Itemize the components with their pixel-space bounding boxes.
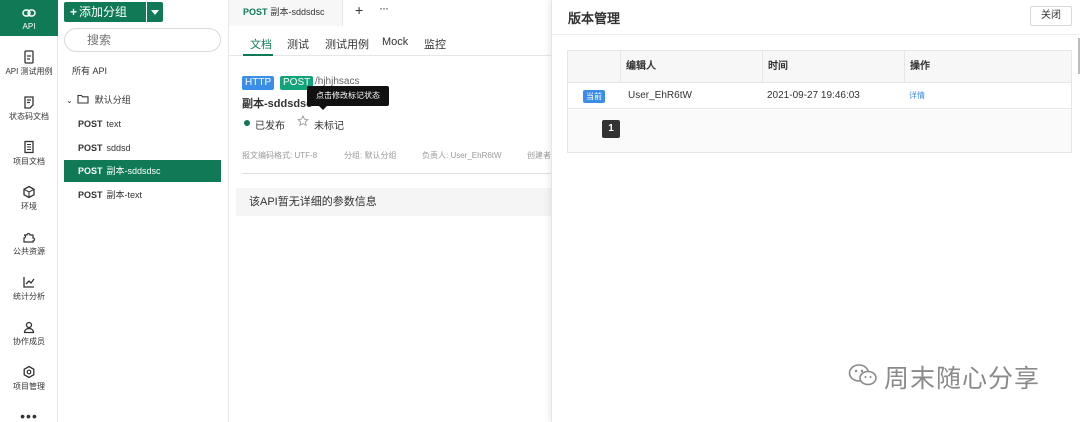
version-table: 编辑人 时间 操作 当前 User_EhR6tW 2021-09-27 19:4… [567,50,1072,153]
nav-label: 环境 [21,202,37,211]
api-item[interactable]: POST sddsd [58,137,228,159]
nav-label: 公共资源 [13,247,45,256]
folder-icon [77,94,89,104]
divider [242,173,551,174]
protocol-badge: HTTP [242,76,275,90]
add-dropdown-button[interactable] [147,2,163,22]
divider [552,34,1080,35]
column-header-action: 操作 [904,51,1071,83]
chevron-down-icon: ⌄ [66,96,73,105]
column-header [568,51,620,83]
editor-cell: User_EhR6tW [628,90,692,101]
group-name: 默认分组 [94,95,131,105]
detail-subtabs: 文档 测试 测试用例 Mock 监控 [229,28,551,56]
nav-item-api[interactable]: API [0,0,58,36]
api-item-name: text [106,119,122,129]
api-item-name: sddsd [106,143,131,153]
nav-item-public-resources[interactable]: 公共资源 [0,230,58,257]
add-group-button[interactable]: + 添加分组 [64,2,146,22]
tab-mock[interactable]: Mock [382,36,408,48]
nav-label: API [22,22,36,31]
api-item-name: 副本-text [106,190,143,200]
close-button[interactable]: 关闭 [1030,6,1072,26]
all-api-item[interactable]: 所有 API [58,60,228,82]
left-nav: API API 测试用例 状态码文档 项目文档 环境 公共资源 统计分析 协作成… [0,0,58,422]
table-row: 当前 User_EhR6tW 2021-09-27 19:46:03 详情 [568,83,1071,109]
wechat-icon [848,364,877,386]
published-dot [244,120,250,126]
more-nav-button[interactable]: ••• [0,408,58,422]
watermark: 周末随心分享 [848,359,1048,393]
status-doc-icon [24,96,34,109]
column-header-time: 时间 [762,51,904,83]
api-detail-main: POST 副本-sddsdsc + ··· 文档 测试 测试用例 Mock 监控 … [229,0,551,422]
tab-test[interactable]: 测试 [287,36,309,52]
active-tab-indicator [243,54,273,56]
tab-method: POST [243,7,268,17]
tab-monitor[interactable]: 监控 [424,36,446,52]
star-icon[interactable] [297,115,309,127]
page-button[interactable]: 1 [602,120,620,138]
api-item-selected[interactable]: POST 副本-sddsdsc [64,160,221,182]
nav-item-environment[interactable]: 环境 [0,185,58,212]
add-group-label: 添加分组 [79,5,128,19]
meta-creator: 创建者 [527,151,551,160]
tab-doc[interactable]: 文档 [250,36,272,52]
time-cell: 2021-09-27 19:46:03 [767,90,860,101]
column-header-editor: 编辑人 [620,51,762,83]
settings-icon [23,365,35,379]
method-label: POST [78,190,103,200]
table-header: 编辑人 时间 操作 [568,51,1071,83]
environment-icon [23,185,35,199]
project-doc-icon [24,140,34,154]
nav-label: 协作成员 [13,337,45,346]
mark-status-tooltip: 点击修改标记状态 [307,86,389,110]
api-tree-panel: +添加分组 所有 API ⌄ 默认分组 POSTtext POSTsddsd P… [58,0,229,422]
nav-item-statistics[interactable]: 统计分析 [0,275,58,302]
puzzle-icon [23,232,36,243]
nav-label: 统计分析 [13,292,45,301]
method-label: POST [78,166,103,176]
meta-encoding: 报文编码格式: UTF-8 [242,151,318,160]
nav-label: 项目文档 [13,157,45,166]
open-tab-api[interactable]: POST 副本-sddsdsc [229,0,343,26]
nav-item-status-doc[interactable]: 状态码文档 [0,95,58,122]
nav-item-project-doc[interactable]: 项目文档 [0,140,58,167]
current-version-badge: 当前 [583,90,605,103]
new-tab-button[interactable]: + [355,2,363,18]
panel-title: 版本管理 [568,11,621,26]
members-icon [23,321,35,334]
nav-label: API 测试用例 [5,67,53,76]
test-case-icon [24,50,34,64]
link-icon [22,9,36,17]
meta-group: 分组: 默认分组 [344,151,397,160]
api-item[interactable]: POST text [58,113,228,135]
meta-owner: 负责人: User_EhR6tW [422,151,502,160]
chart-icon [23,277,35,288]
nav-item-api-test-case[interactable]: API 测试用例 [0,50,58,77]
tab-name: 副本-sddsdsc [270,7,325,17]
nav-item-members[interactable]: 协作成员 [0,320,58,347]
nav-item-project-management[interactable]: 项目管理 [0,365,58,392]
publish-status[interactable]: 已发布 [255,117,285,132]
mark-status[interactable]: 未标记 [314,117,344,132]
nav-label: 项目管理 [13,382,45,391]
plus-icon: + [70,5,78,19]
search-input[interactable] [64,28,221,52]
watermark-text: 周末随心分享 [884,365,1041,393]
api-name: 副本-sddsdsc [242,98,313,110]
api-item[interactable]: POST 副本-text [58,184,228,206]
detail-link[interactable]: 详情 [904,83,925,109]
method-label: POST [78,119,103,129]
api-item-name: 副本-sddsdsc [106,166,161,176]
pagination: 1 [568,110,1071,152]
nav-label: 状态码文档 [9,112,49,121]
method-label: POST [78,143,103,153]
tab-test-cases[interactable]: 测试用例 [325,36,369,52]
tab-more-button[interactable]: ··· [379,1,389,15]
group-item-default[interactable]: ⌄ 默认分组 [58,89,228,111]
no-params-notice: 该API暂无详细的参数信息 [236,188,551,216]
